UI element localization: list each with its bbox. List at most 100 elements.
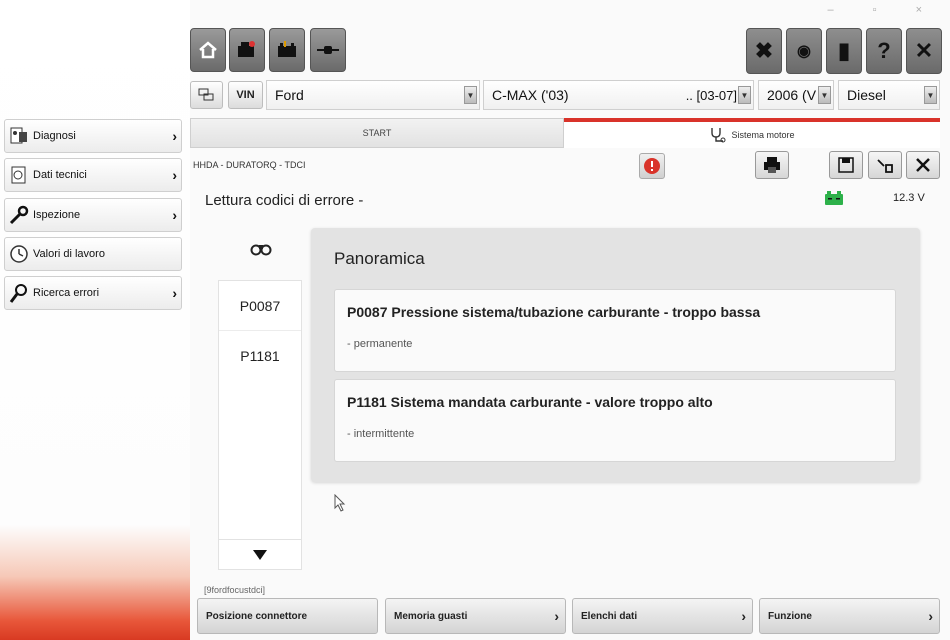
warning-icon bbox=[644, 158, 660, 174]
engine-button[interactable] bbox=[229, 28, 265, 72]
mouse-cursor-icon bbox=[334, 494, 346, 512]
tab-start[interactable]: START bbox=[190, 118, 564, 148]
model-range: .. [03-07] bbox=[685, 87, 737, 103]
tab-label: Sistema motore bbox=[731, 130, 795, 140]
disc-button[interactable]: ◉ bbox=[786, 28, 822, 74]
posizione-connettore-button[interactable]: Posizione connettore bbox=[197, 598, 378, 634]
fuel-select[interactable]: Diesel ▼ bbox=[838, 80, 940, 110]
button-label: Posizione connettore bbox=[206, 610, 308, 622]
sidebar-item-diagnosi[interactable]: Diagnosi › bbox=[4, 119, 182, 153]
settings-button[interactable]: ✖ bbox=[746, 28, 782, 74]
model-value: C-MAX ('03) bbox=[492, 87, 569, 103]
home-icon bbox=[199, 41, 217, 59]
fault-status: - intermittente bbox=[347, 428, 415, 440]
elenchi-dati-button[interactable]: Elenchi dati › bbox=[572, 598, 753, 634]
export-icon bbox=[877, 159, 893, 173]
fault-card-p1181[interactable]: P1181 Sistema mandata carburante - valor… bbox=[334, 379, 896, 462]
chevron-right-icon: › bbox=[172, 128, 177, 144]
memoria-guasti-button[interactable]: Memoria guasti › bbox=[385, 598, 566, 634]
fuel-value: Diesel bbox=[847, 87, 886, 103]
sidebar-item-label: Valori di lavoro bbox=[33, 248, 105, 260]
triangle-down-icon bbox=[253, 549, 267, 560]
button-label: Memoria guasti bbox=[394, 610, 468, 622]
fault-status: - permanente bbox=[347, 338, 413, 350]
search-errors-icon bbox=[8, 282, 30, 304]
button-label: Elenchi dati bbox=[581, 610, 638, 622]
footer-id: [9fordfocustdci] bbox=[204, 585, 266, 595]
code-list: P0087 P1181 bbox=[218, 280, 302, 570]
fault-title: P1181 Sistema mandata carburante - valor… bbox=[347, 394, 713, 410]
sidebar-item-label: Dati tecnici bbox=[33, 169, 87, 181]
close-icon bbox=[916, 158, 930, 172]
chevron-right-icon: › bbox=[554, 608, 559, 624]
sidebar-item-dati-tecnici[interactable]: Dati tecnici › bbox=[4, 158, 182, 192]
save-icon bbox=[838, 157, 854, 173]
chevron-right-icon: › bbox=[172, 207, 177, 223]
sidebar-item-valori-di-lavoro[interactable]: Valori di lavoro bbox=[4, 237, 182, 271]
technical-data-icon bbox=[8, 164, 30, 186]
book-button[interactable]: ▮ bbox=[826, 28, 862, 74]
chevron-down-icon[interactable]: ▼ bbox=[464, 86, 477, 104]
clock-icon bbox=[8, 243, 30, 265]
binoculars-icon[interactable] bbox=[250, 242, 272, 261]
connector-button[interactable] bbox=[310, 28, 346, 72]
fault-card-p0087[interactable]: P0087 Pressione sistema/tubazione carbur… bbox=[334, 289, 896, 372]
vin-button[interactable]: VIN bbox=[228, 81, 263, 109]
printer-icon bbox=[764, 157, 780, 173]
battery-icon bbox=[278, 41, 296, 57]
make-select[interactable]: Ford ▼ bbox=[266, 80, 480, 110]
close-button[interactable]: ✕ bbox=[906, 28, 942, 74]
make-value: Ford bbox=[275, 87, 304, 103]
export-button[interactable] bbox=[868, 151, 902, 179]
year-value: 2006 (V bbox=[767, 87, 817, 103]
help-button[interactable]: ? bbox=[866, 28, 902, 74]
print-button[interactable] bbox=[755, 151, 789, 179]
chevron-down-icon[interactable]: ▼ bbox=[818, 86, 831, 104]
diagnosis-icon bbox=[8, 125, 30, 147]
battery-status-icon bbox=[825, 191, 843, 205]
close-icon: ✕ bbox=[914, 38, 934, 63]
breadcrumb: HHDA - DURATORQ - TDCI bbox=[193, 160, 306, 170]
sidebar-item-ispezione[interactable]: Ispezione › bbox=[4, 198, 182, 232]
help-icon: ? bbox=[877, 38, 891, 63]
chevron-down-icon[interactable]: ▼ bbox=[738, 86, 751, 104]
chevron-down-icon[interactable]: ▼ bbox=[924, 86, 937, 104]
connector-icon bbox=[317, 46, 339, 54]
button-label: Funzione bbox=[768, 610, 812, 622]
sidebar-background bbox=[0, 0, 190, 640]
funzione-button[interactable]: Funzione › bbox=[759, 598, 940, 634]
battery-button[interactable] bbox=[269, 28, 305, 72]
book-icon: ▮ bbox=[837, 38, 851, 63]
overview-panel: Panoramica P0087 Pressione sistema/tubaz… bbox=[311, 228, 920, 482]
chevron-right-icon: › bbox=[928, 608, 933, 624]
model-select[interactable]: C-MAX ('03) .. [03-07] ▼ bbox=[483, 80, 754, 110]
chevron-right-icon: › bbox=[172, 167, 177, 183]
home-button[interactable] bbox=[190, 28, 226, 72]
sidebar-item-label: Ispezione bbox=[33, 209, 81, 221]
chevron-right-icon: › bbox=[172, 285, 177, 301]
window-controls[interactable]: – ▫ × bbox=[827, 4, 940, 16]
sidebar-item-label: Diagnosi bbox=[33, 130, 76, 142]
fault-title: P0087 Pressione sistema/tubazione carbur… bbox=[347, 304, 761, 320]
year-select[interactable]: 2006 (V ▼ bbox=[758, 80, 834, 110]
save-button[interactable] bbox=[829, 151, 863, 179]
section-title: Lettura codici di errore - bbox=[205, 192, 364, 209]
vehicle-list-button[interactable] bbox=[190, 81, 223, 109]
overview-title: Panoramica bbox=[334, 249, 425, 268]
alert-button[interactable] bbox=[639, 153, 665, 179]
engine-icon bbox=[238, 41, 255, 57]
voltage-readout: 12.3 V bbox=[893, 192, 925, 204]
disc-icon: ◉ bbox=[797, 43, 811, 60]
code-item-p1181[interactable]: P1181 bbox=[219, 331, 301, 381]
vehicle-list-icon bbox=[198, 88, 213, 101]
sidebar-item-ricerca-errori[interactable]: Ricerca errori › bbox=[4, 276, 182, 310]
scroll-down-button[interactable] bbox=[219, 539, 301, 569]
chevron-right-icon: › bbox=[741, 608, 746, 624]
wrench-icon bbox=[8, 204, 30, 226]
close-content-button[interactable] bbox=[906, 151, 940, 179]
tools-icon: ✖ bbox=[754, 38, 774, 63]
sidebar-item-label: Ricerca errori bbox=[33, 287, 100, 299]
stethoscope-icon bbox=[711, 128, 726, 143]
code-item-p0087[interactable]: P0087 bbox=[219, 281, 301, 331]
tab-sistema-motore[interactable]: Sistema motore bbox=[564, 118, 940, 148]
